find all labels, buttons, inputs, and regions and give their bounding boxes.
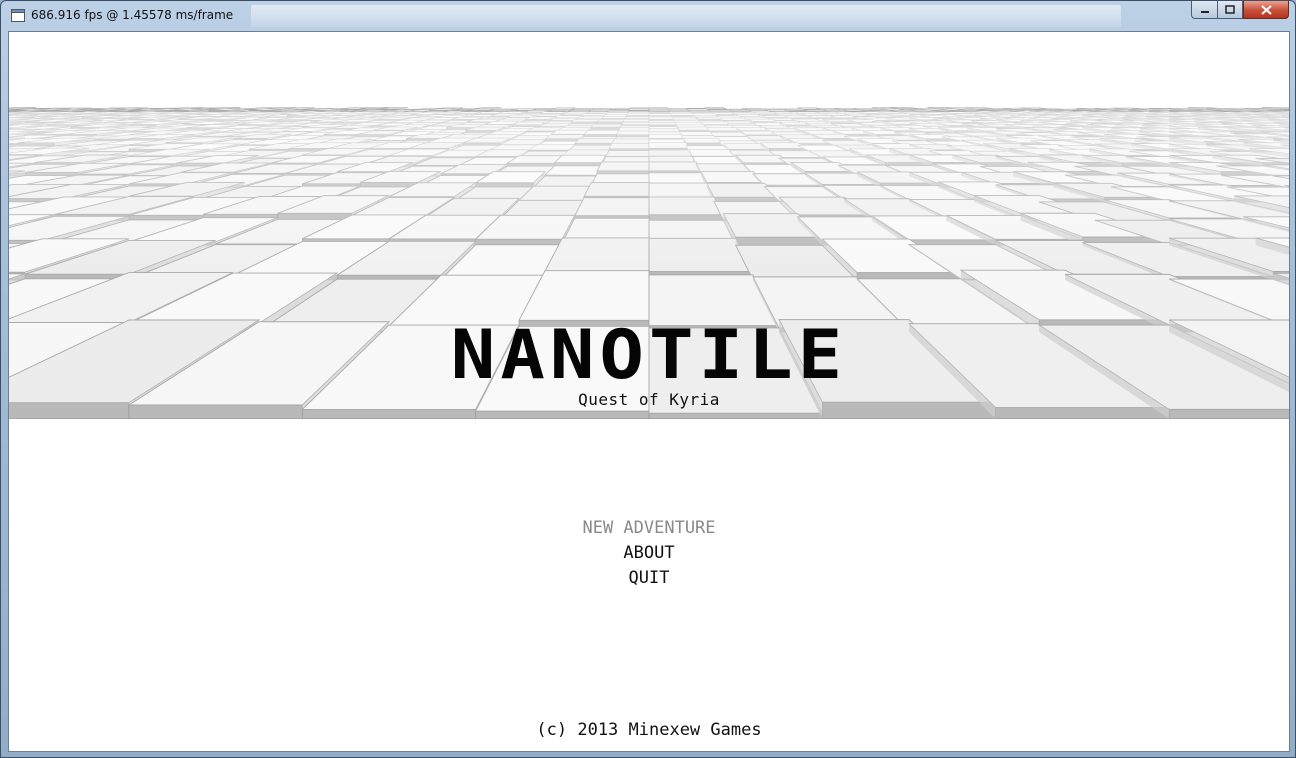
main-menu-overlay: NANOTILE Quest of Kyria NEW ADVENTURE AB…: [9, 32, 1289, 751]
game-title: NANOTILE: [450, 315, 848, 395]
main-menu: NEW ADVENTURE ABOUT QUIT: [9, 516, 1289, 591]
minimize-button[interactable]: [1191, 1, 1217, 19]
game-viewport[interactable]: NANOTILE Quest of Kyria NEW ADVENTURE AB…: [8, 31, 1290, 752]
window-title: 686.916 fps @ 1.45578 ms/frame: [31, 8, 234, 22]
menu-quit[interactable]: QUIT: [625, 566, 674, 591]
app-icon: [11, 9, 25, 22]
title-bar[interactable]: 686.916 fps @ 1.45578 ms/frame: [1, 1, 1295, 31]
maximize-button[interactable]: [1217, 1, 1243, 19]
window-controls: [1191, 1, 1289, 21]
close-button[interactable]: [1243, 1, 1289, 19]
menu-about[interactable]: ABOUT: [619, 541, 678, 566]
copyright-notice: (c) 2013 Minexew Games: [536, 720, 762, 740]
minimize-icon: [1200, 10, 1209, 13]
close-icon: [1260, 4, 1272, 15]
maximize-icon: [1225, 5, 1235, 14]
game-subtitle: Quest of Kyria: [578, 390, 720, 409]
game-window: 686.916 fps @ 1.45578 ms/frame NANOTILE …: [0, 0, 1296, 758]
menu-new-adventure[interactable]: NEW ADVENTURE: [578, 516, 719, 541]
